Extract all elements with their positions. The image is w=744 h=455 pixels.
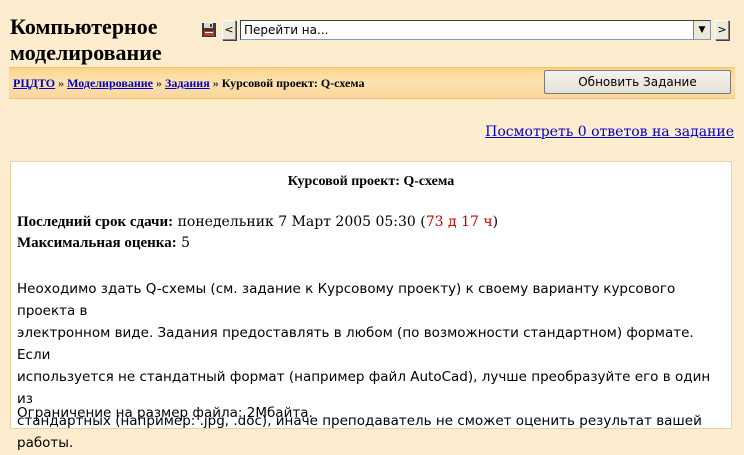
description-line: Неоходимо здать Q-схемы (см. задание к К…: [17, 281, 676, 319]
due-date-value: понедельник 7 Март 2005 05:30: [177, 214, 416, 230]
view-submissions-link[interactable]: Посмотреть 0 ответов на задание: [485, 124, 734, 140]
breadcrumb-link-assignments[interactable]: Задания: [165, 76, 210, 90]
assignment-box: Курсовой проект: Q-схема Последний срок …: [10, 161, 732, 451]
floppy-disk-icon[interactable]: [201, 22, 217, 38]
description-line: электронном виде. Задания предоставлять …: [17, 325, 694, 363]
due-date-label: Последний срок сдачи:: [17, 214, 174, 230]
jump-to-select[interactable]: Перейти на... ▼: [240, 20, 711, 40]
navbar: РЦДТО» Моделирование» Задания» Курсовой про…: [9, 67, 735, 99]
description-line: работы.: [17, 435, 74, 451]
update-assignment-button[interactable]: Обновить Задание: [544, 70, 731, 94]
jump-to-select-value: Перейти на...: [244, 23, 329, 37]
previous-activity-button[interactable]: <: [222, 20, 236, 40]
page-header: Компьютерное моделирование < Перейти на.…: [0, 0, 744, 66]
description-line: используется не стандатный формат (напри…: [17, 369, 711, 407]
next-activity-button[interactable]: >: [715, 20, 729, 40]
breadcrumb-separator: »: [155, 76, 162, 90]
breadcrumb: РЦДТО» Моделирование» Задания» Курсовой про…: [13, 76, 364, 91]
course-title-line1: Компьютерное: [10, 14, 158, 39]
max-grade-label: Максимальная оценка:: [17, 235, 177, 251]
chevron-down-icon[interactable]: ▼: [693, 21, 710, 39]
course-title-line2: моделирование: [10, 40, 162, 65]
max-grade-value: 5: [181, 235, 191, 251]
breadcrumb-link-home[interactable]: РЦДТО: [13, 76, 55, 90]
file-size-limit: Ограничение на размер файла: 2Мбайта.: [17, 405, 313, 421]
breadcrumb-separator: »: [212, 76, 219, 90]
course-title: Компьютерное моделирование: [10, 14, 200, 66]
assignment-description: Неоходимо здать Q-схемы (см. задание к К…: [17, 278, 723, 454]
breadcrumb-link-course[interactable]: Моделирование: [67, 76, 153, 90]
breadcrumb-separator: »: [58, 76, 65, 90]
max-grade-row: Максимальная оценка: 5: [17, 233, 498, 254]
time-remaining: 73 д 17 ч: [425, 214, 493, 230]
assignment-title: Курсовой проект: Q-схема: [287, 174, 455, 189]
due-date-row: Последний срок сдачи: понедельник 7 Март…: [17, 214, 499, 230]
breadcrumb-current: Курсовой проект: Q-схема: [221, 76, 365, 90]
assignment-info: Последний срок сдачи: понедельник 7 Март…: [17, 212, 498, 254]
navigation-controls: < Перейти на... ▼ >: [201, 20, 729, 40]
